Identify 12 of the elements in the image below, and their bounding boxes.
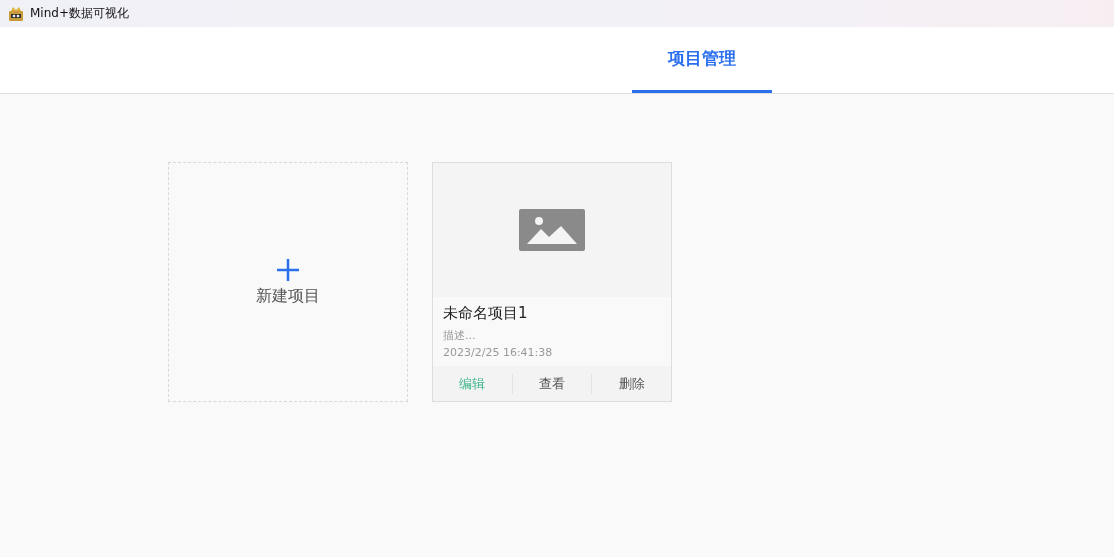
image-placeholder-icon [519, 209, 585, 251]
window-title: Mind+数据可视化 [30, 5, 129, 22]
app-icon [8, 5, 24, 22]
new-project-card[interactable]: 新建项目 [168, 162, 408, 402]
project-description: 描述... [443, 328, 477, 344]
project-time: 2023/2/25 16:41:38 [443, 345, 554, 361]
action-button[interactable]: 删除 [592, 373, 671, 394]
project-name: 未命名项目1 [443, 303, 529, 324]
tab[interactable]: 项目管理 [632, 27, 772, 93]
action-button[interactable]: 查看 [512, 373, 592, 394]
new-project-label: 新建项目 [256, 285, 320, 307]
plus-icon [276, 257, 300, 282]
